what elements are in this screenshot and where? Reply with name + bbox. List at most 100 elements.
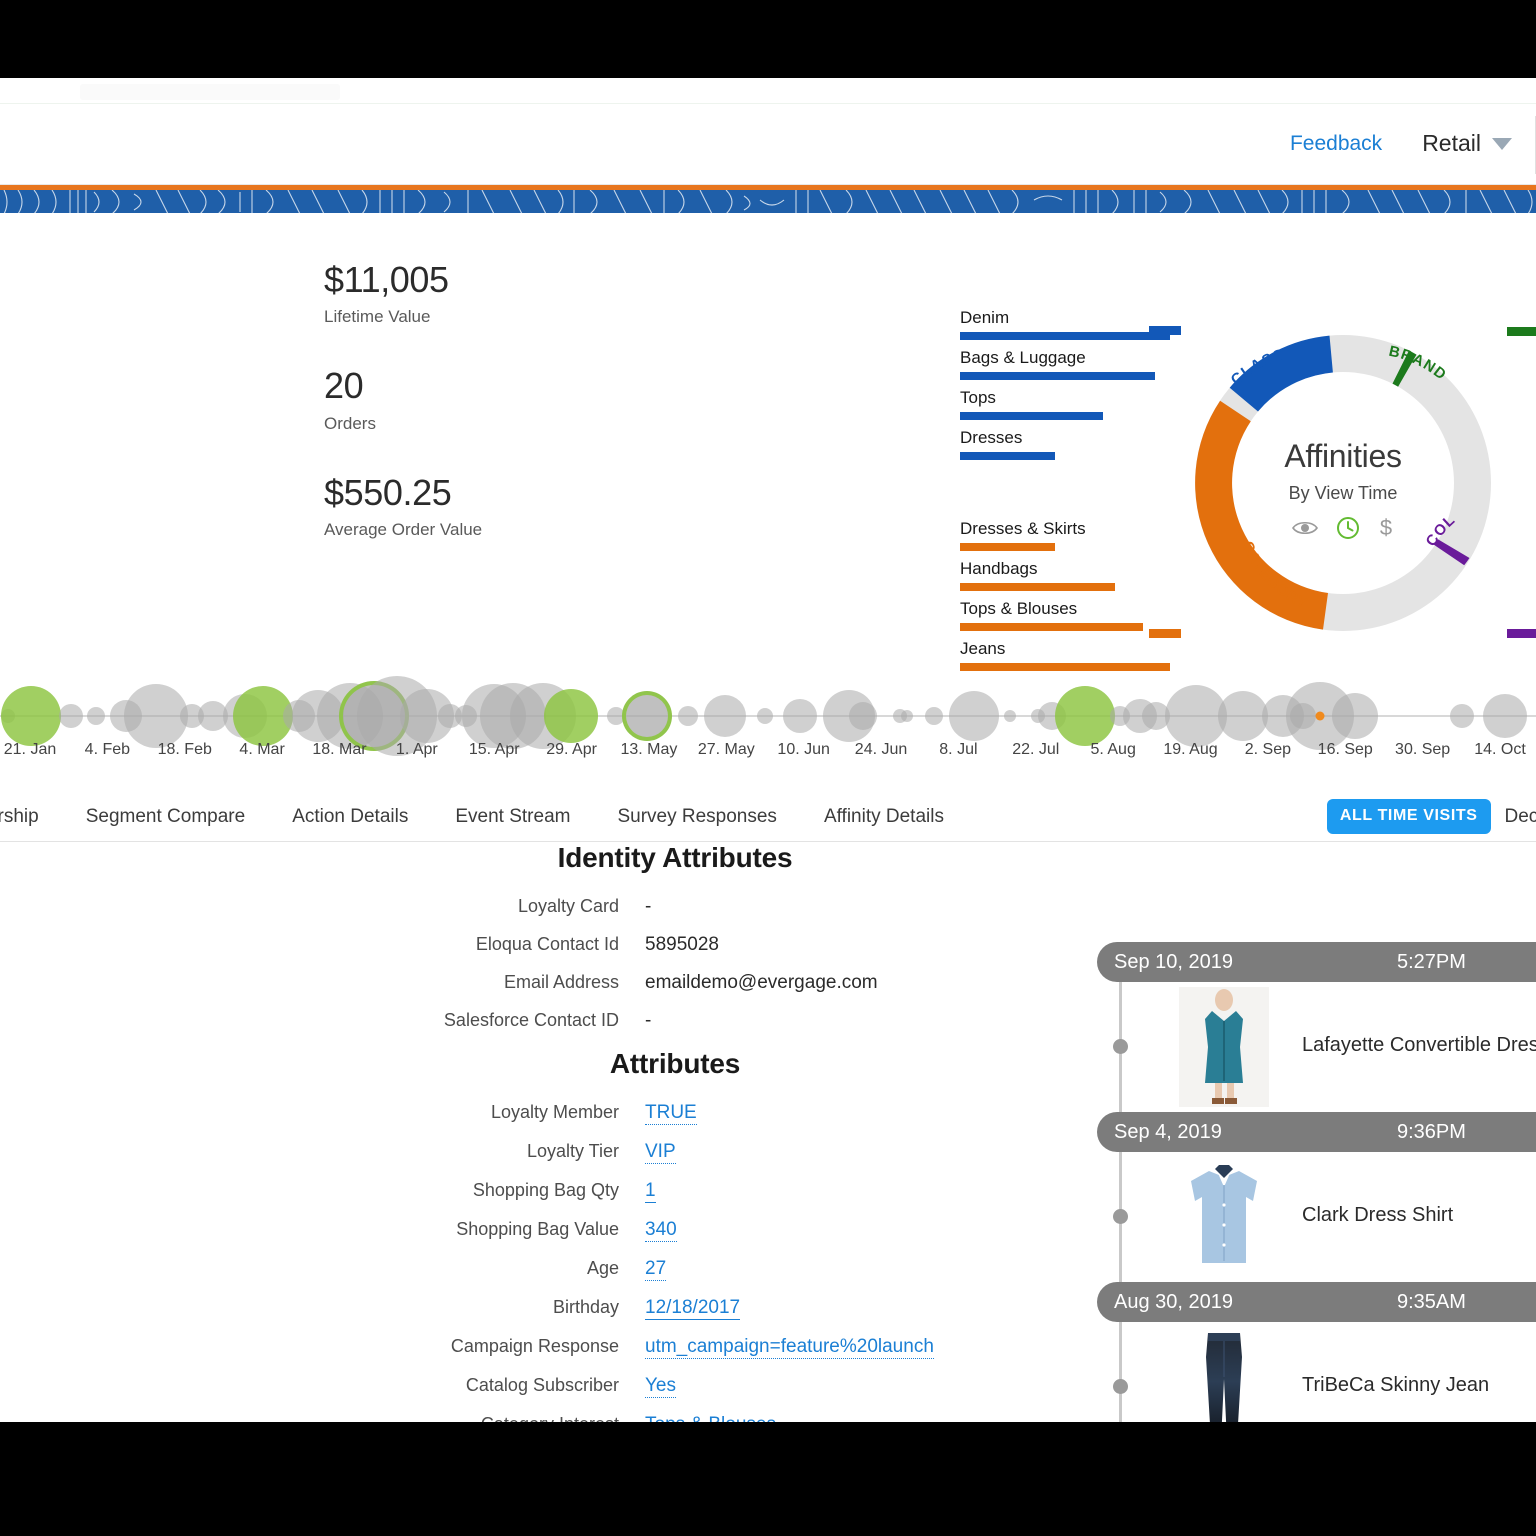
timeline-bubble[interactable] bbox=[949, 691, 999, 741]
timeline-bubble[interactable] bbox=[783, 699, 817, 733]
all-time-visits-button[interactable]: ALL TIME VISITS bbox=[1326, 799, 1491, 834]
timeline-bubble[interactable] bbox=[1332, 693, 1378, 739]
event-stream-list: Sep 10, 2019 5:27PM Lafayette Convertibl… bbox=[1097, 942, 1536, 1422]
event-dot-icon bbox=[1113, 1039, 1128, 1054]
attribute-value[interactable]: 340 bbox=[645, 1219, 677, 1242]
attribute-row: Category Interest Tops & Blouses bbox=[355, 1414, 995, 1422]
timeline-tick-label: 29. Apr bbox=[546, 741, 597, 758]
timeline-tick-label: 18. Feb bbox=[157, 741, 212, 758]
timeline-tick-label: 10. Jun bbox=[777, 741, 830, 758]
product-thumbnail-dress-icon[interactable] bbox=[1179, 987, 1269, 1107]
timeline-bubble[interactable] bbox=[1483, 694, 1527, 738]
product-thumbnail-shirt-icon[interactable] bbox=[1179, 1157, 1269, 1277]
timeline-bubble[interactable] bbox=[704, 695, 746, 737]
profile-row: In bbox=[0, 1049, 224, 1072]
profile-summary-column: mo@evergage.com a Klein mo@evergage.com … bbox=[0, 912, 224, 1363]
event-header: Sep 10, 2019 5:27PM bbox=[1097, 942, 1536, 982]
bar-label: Bags & Luggage bbox=[960, 348, 1086, 367]
event-dot-icon bbox=[1113, 1379, 1128, 1394]
tab-survey-responses[interactable]: Survey Responses bbox=[617, 806, 776, 828]
timeline-bubble[interactable] bbox=[1, 686, 61, 746]
visit-timeline-chart[interactable]: 21. Jan 4. Feb 18. Feb 4. Mar 18. Mar 1. Apr 1… bbox=[0, 523, 1536, 778]
attribute-value[interactable]: Yes bbox=[645, 1375, 676, 1398]
bar-item[interactable]: Denim bbox=[960, 308, 1170, 340]
kpi-value: $11,005 bbox=[324, 259, 449, 300]
timeline-bubble[interactable] bbox=[544, 689, 598, 743]
event-item[interactable]: Sep 4, 2019 9:36PM Clark Dress Shirt bbox=[1097, 1112, 1536, 1282]
tab-membership[interactable]: embership bbox=[0, 806, 39, 828]
timeline-tick-label: 4. Mar bbox=[239, 741, 285, 758]
attribute-row: Loyalty Card - bbox=[355, 896, 995, 918]
timeline-bubble[interactable] bbox=[678, 706, 698, 726]
timeline-bubble[interactable] bbox=[622, 691, 672, 741]
bar-item[interactable]: Tops bbox=[960, 388, 1170, 420]
profile-row: mo@evergage.com bbox=[0, 912, 224, 934]
feedback-link[interactable]: Feedback bbox=[1290, 132, 1382, 156]
event-header: Aug 30, 2019 9:35AM bbox=[1097, 1282, 1536, 1322]
event-time: 9:35AM bbox=[1397, 1290, 1466, 1313]
bar-track bbox=[960, 372, 1170, 380]
attribute-value: - bbox=[645, 1010, 652, 1031]
tabbar-right-controls: ALL TIME VISITS Dec 14, bbox=[1326, 799, 1536, 834]
org-selector-label: Retail bbox=[1422, 130, 1481, 156]
timeline-bubble[interactable] bbox=[1004, 710, 1016, 722]
donut-title: Affinities bbox=[1284, 438, 1402, 474]
attribute-value[interactable]: Tops & Blouses bbox=[645, 1414, 776, 1422]
timeline-tick-label: 4. Feb bbox=[84, 741, 131, 758]
letterbox-bottom bbox=[0, 1422, 1536, 1536]
attribute-key: Birthday bbox=[552, 1297, 619, 1317]
tab-affinity-details[interactable]: Affinity Details bbox=[824, 806, 944, 828]
date-range-label[interactable]: Dec 14, bbox=[1505, 806, 1536, 828]
attribute-value[interactable]: VIP bbox=[645, 1141, 676, 1164]
event-item[interactable]: Sep 10, 2019 5:27PM Lafayette Convertibl… bbox=[1097, 942, 1536, 1112]
attribute-key: Email Address bbox=[503, 972, 619, 992]
event-time: 9:36PM bbox=[1397, 1120, 1466, 1143]
tab-list: embership Segment Compare Action Details… bbox=[0, 806, 944, 828]
event-product-name: Clark Dress Shirt bbox=[1302, 1204, 1454, 1226]
attribute-value[interactable]: 1 bbox=[645, 1180, 656, 1203]
attribute-value[interactable]: utm_campaign=feature%20launch bbox=[645, 1336, 934, 1359]
profile-row: 2016 bbox=[0, 1153, 224, 1175]
event-date: Sep 4, 2019 bbox=[1114, 1120, 1222, 1143]
timeline-bubble[interactable] bbox=[1055, 686, 1115, 746]
tab-action-details[interactable]: Action Details bbox=[292, 806, 408, 828]
app-window: n Studio Feedback Retail bbox=[0, 78, 1536, 1422]
timeline-bubble[interactable] bbox=[59, 704, 83, 728]
tab-segment-compare[interactable]: Segment Compare bbox=[86, 806, 245, 828]
attribute-value[interactable]: 12/18/2017 bbox=[645, 1297, 741, 1320]
timeline-tick-label: 8. Jul bbox=[939, 741, 978, 758]
attribute-value[interactable]: TRUE bbox=[645, 1102, 697, 1125]
bar-fill bbox=[960, 452, 1055, 460]
timeline-bubble[interactable] bbox=[901, 710, 913, 722]
timeline-bubble[interactable] bbox=[1450, 704, 1474, 728]
timeline-bubble-marker[interactable] bbox=[1315, 711, 1325, 721]
attribute-key: Campaign Response bbox=[450, 1336, 619, 1356]
event-body: Clark Dress Shirt bbox=[1097, 1152, 1536, 1282]
attributes-heading: Attributes bbox=[609, 1048, 741, 1079]
product-thumbnail-jeans-icon[interactable] bbox=[1179, 1327, 1269, 1422]
timeline-tick-label: 2. Sep bbox=[1244, 741, 1292, 758]
timeline-bubble[interactable] bbox=[925, 707, 943, 725]
org-selector[interactable]: Retail bbox=[1422, 130, 1512, 157]
timeline-bubble[interactable] bbox=[757, 708, 773, 724]
legend-stub-class bbox=[1149, 326, 1181, 335]
event-item[interactable]: Aug 30, 2019 9:35AM TriBeCa Skinny Jean bbox=[1097, 1282, 1536, 1422]
attribute-row: Loyalty Tier VIP bbox=[355, 1141, 995, 1164]
bar-item[interactable]: Dresses bbox=[960, 428, 1170, 460]
timeline-bubble[interactable] bbox=[87, 707, 105, 725]
bar-track bbox=[960, 412, 1170, 420]
timeline-tick-label: 22. Jul bbox=[1012, 741, 1060, 758]
bar-fill bbox=[960, 332, 1170, 340]
profile-row: 8123c5aba bbox=[0, 1293, 224, 1315]
bar-item[interactable]: Bags & Luggage bbox=[960, 348, 1170, 380]
tab-event-stream[interactable]: Event Stream bbox=[455, 806, 570, 828]
timeline-bubble[interactable] bbox=[1218, 691, 1268, 741]
letterbox-top bbox=[0, 0, 1536, 78]
event-dot-icon bbox=[1113, 1209, 1128, 1224]
attribute-key: Salesforce Contact ID bbox=[443, 1010, 619, 1030]
timeline-tick-label: 21. Jan bbox=[3, 741, 57, 758]
attribute-value[interactable]: 27 bbox=[645, 1258, 667, 1281]
timeline-bubble[interactable] bbox=[849, 702, 877, 730]
timeline-bubble[interactable] bbox=[124, 684, 188, 748]
